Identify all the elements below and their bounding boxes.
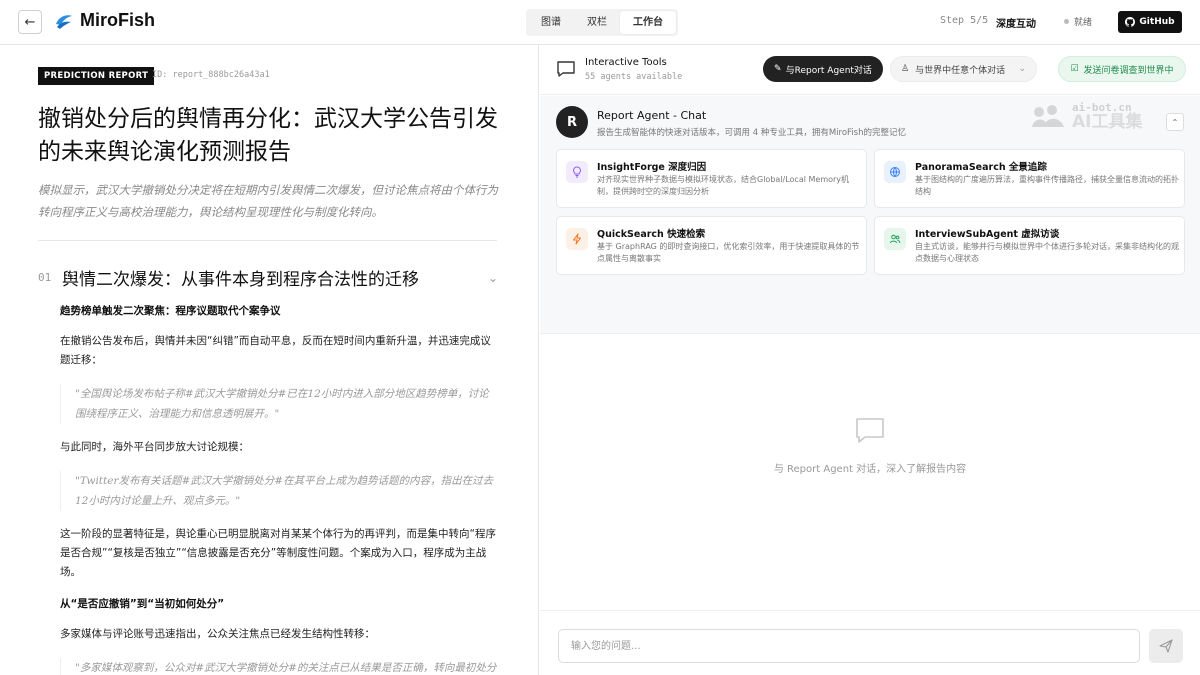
- divider: [38, 240, 497, 241]
- blockquote: "多家媒体观察到，公众对#武汉大学撤销处分#的关注点已从结果是否正确，转向最初处…: [60, 658, 498, 675]
- chat-input[interactable]: [558, 629, 1140, 663]
- arrow-left-icon: ←: [24, 14, 36, 30]
- tab-graph[interactable]: 图谱: [528, 11, 574, 34]
- watermark-name: AI工具集: [1072, 112, 1143, 132]
- send-button[interactable]: [1149, 629, 1183, 663]
- send-icon: [1159, 639, 1173, 653]
- chevron-down-icon[interactable]: ⌄: [488, 271, 498, 285]
- app-name: MiroFish: [80, 10, 155, 30]
- tool-name: PanoramaSearch 全景追踪: [915, 162, 1047, 173]
- collapse-button[interactable]: ⌃: [1166, 113, 1184, 131]
- report-title: 撤销处分后的舆情再分化：武汉大学公告引发的未来舆论演化预测报告: [38, 106, 498, 165]
- prediction-report-badge: PREDICTION REPORT: [38, 67, 155, 85]
- blockquote: "Twitter发布有关话题#武汉大学撤销处分#在其平台上成为趋势话题的内容，指…: [60, 471, 498, 511]
- bolt-icon: [566, 228, 588, 250]
- github-label: GitHub: [1139, 17, 1175, 27]
- chevron-down-icon: ⌄: [1018, 64, 1026, 74]
- tool-description: 基于图结构的广度遍历算法，重构事件传播路径，捕获全量信息流动的拓扑结构: [915, 175, 1179, 196]
- watermark-logo-icon: [1032, 104, 1064, 127]
- tool-name: QuickSearch 快速检索: [597, 229, 706, 240]
- interactive-pane: Interactive Tools 55 agents available ✎ …: [540, 45, 1200, 675]
- step-title: 深度互动: [996, 19, 1036, 30]
- agents-count: 55 agents available: [585, 72, 683, 82]
- section-header[interactable]: 01 舆情二次爆发：从事件本身到程序合法性的迁移 ⌄: [38, 265, 498, 290]
- send-survey-label: 发送问卷调查到世界中: [1083, 65, 1174, 76]
- report-agent-chat-button[interactable]: ✎ 与Report Agent对话: [763, 56, 883, 82]
- report-summary: 模拟显示，武汉大学撤销处分决定将在短期内引发舆情二次爆发，但讨论焦点将由个体行为…: [38, 183, 498, 219]
- tool-description: 对齐现实世界种子数据与模拟环境状态，结合Global/Local Memory机…: [597, 175, 850, 196]
- tool-name: InsightForge 深度归因: [597, 162, 707, 173]
- tool-name: InterviewSubAgent 虚拟访谈: [915, 229, 1060, 240]
- tool-description: 自主式访谈，能够并行与模拟世界中个体进行多轮对话，采集非结构化的观点数据与心理状…: [915, 242, 1179, 263]
- back-button[interactable]: ←: [18, 10, 42, 34]
- section-title: 舆情二次爆发：从事件本身到程序合法性的迁移: [62, 270, 419, 290]
- chat-input-row: [540, 610, 1200, 675]
- report-agent-chat-label: 与Report Agent对话: [785, 65, 872, 76]
- chevron-up-icon: ⌃: [1171, 117, 1179, 127]
- view-switch: 图谱 双栏 工作台: [526, 9, 678, 36]
- send-survey-button[interactable]: ☑ 发送问卷调查到世界中: [1058, 56, 1186, 82]
- mirofish-logo-icon: [56, 14, 72, 29]
- checkbox-icon: ☑: [1070, 64, 1079, 74]
- lightbulb-icon: [566, 161, 588, 183]
- report-id: ID: report_888bc26a43a1: [152, 70, 270, 80]
- chat-bubble-icon: [557, 61, 575, 77]
- paragraph: 多家媒体与评论账号迅速指出，公众关注焦点已经发生结构性转移：: [60, 628, 375, 640]
- paragraph: 在撤销公告发布后，舆情并未因“纠错”而自动平息，反而在短时间内重新升温，并迅速完…: [60, 335, 491, 366]
- paragraph: 与此同时，海外平台同步放大讨论规模：: [60, 441, 249, 453]
- logo: MiroFish: [54, 10, 155, 31]
- tab-workbench[interactable]: 工作台: [620, 11, 676, 34]
- github-button[interactable]: GitHub: [1118, 11, 1182, 33]
- chat-bubble-icon: [856, 418, 884, 443]
- tool-description: 基于 GraphRAG 的即时查询接口，优化索引效率，用于快速提取具体的节点属性…: [597, 242, 860, 263]
- user-icon: ♙: [901, 64, 910, 74]
- watermark: ai-bot.cn AI工具集: [1030, 101, 1143, 132]
- avatar: R: [556, 106, 588, 138]
- agent-name: Report Agent - Chat: [597, 109, 707, 122]
- subheading: 趋势榜单触发二次聚焦：程序议题取代个案争议: [60, 305, 281, 317]
- chat-empty-state: 与 Report Agent 对话，深入了解报告内容: [540, 415, 1200, 475]
- status-text: 就绪: [1074, 18, 1093, 28]
- status-badge: 就绪: [1064, 15, 1092, 28]
- github-icon: [1125, 17, 1136, 27]
- section-number: 01: [38, 271, 52, 284]
- tool-card-interviewsubagent[interactable]: InterviewSubAgent 虚拟访谈 自主式访谈，能够并行与模拟世界中个…: [874, 216, 1185, 275]
- tool-card-quicksearch[interactable]: QuickSearch 快速检索 基于 GraphRAG 的即时查询接口，优化索…: [556, 216, 867, 275]
- subheading: 从“是否应撤销”到“当初如何处分”: [60, 598, 225, 610]
- agent-description: 报告生成智能体的快速对话版本，可调用 4 种专业工具，拥有MiroFish的完整…: [597, 128, 906, 138]
- status-dot-icon: [1064, 19, 1069, 24]
- tools-bar: Interactive Tools 55 agents available ✎ …: [540, 45, 1200, 95]
- tab-split[interactable]: 双栏: [574, 11, 620, 34]
- step-indicator: Step 5/5: [940, 15, 989, 26]
- wrench-icon: ✎: [774, 64, 782, 74]
- tool-card-panoramasearch[interactable]: PanoramaSearch 全景追踪 基于图结构的广度遍历算法，重构事件传播路…: [874, 149, 1185, 208]
- paragraph: 这一阶段的显著特征是，舆论重心已明显脱离对肖某某个体行为的再评判，而是集中转向“…: [60, 528, 496, 578]
- empty-state-message: 与 Report Agent 对话，深入了解报告内容: [773, 464, 967, 475]
- tools-title: Interactive Tools: [585, 57, 667, 68]
- section-content: 趋势榜单触发二次聚焦：程序议题取代个案争议 在撤销公告发布后，舆情并未因“纠错”…: [60, 303, 498, 675]
- report-pane[interactable]: PREDICTION REPORT ID: report_888bc26a43a…: [0, 45, 539, 675]
- tool-card-insightforge[interactable]: InsightForge 深度归因 对齐现实世界种子数据与模拟环境状态，结合Gl…: [556, 149, 867, 208]
- agent-select-label: 与世界中任意个体对话: [915, 65, 1006, 76]
- report-agent-card: R Report Agent - Chat 报告生成智能体的快速对话版本，可调用…: [540, 96, 1200, 334]
- globe-icon: [884, 161, 906, 183]
- users-icon: [884, 228, 906, 250]
- top-header: ← MiroFish 图谱 双栏 工作台 Step 5/5 深度互动 就绪 Gi…: [0, 0, 1200, 45]
- blockquote: "全国舆论场发布帖子称#武汉大学撤销处分#已在12小时内进入部分地区趋势榜单，讨…: [60, 384, 498, 424]
- agent-select[interactable]: ♙ 与世界中任意个体对话 ⌄: [890, 56, 1037, 82]
